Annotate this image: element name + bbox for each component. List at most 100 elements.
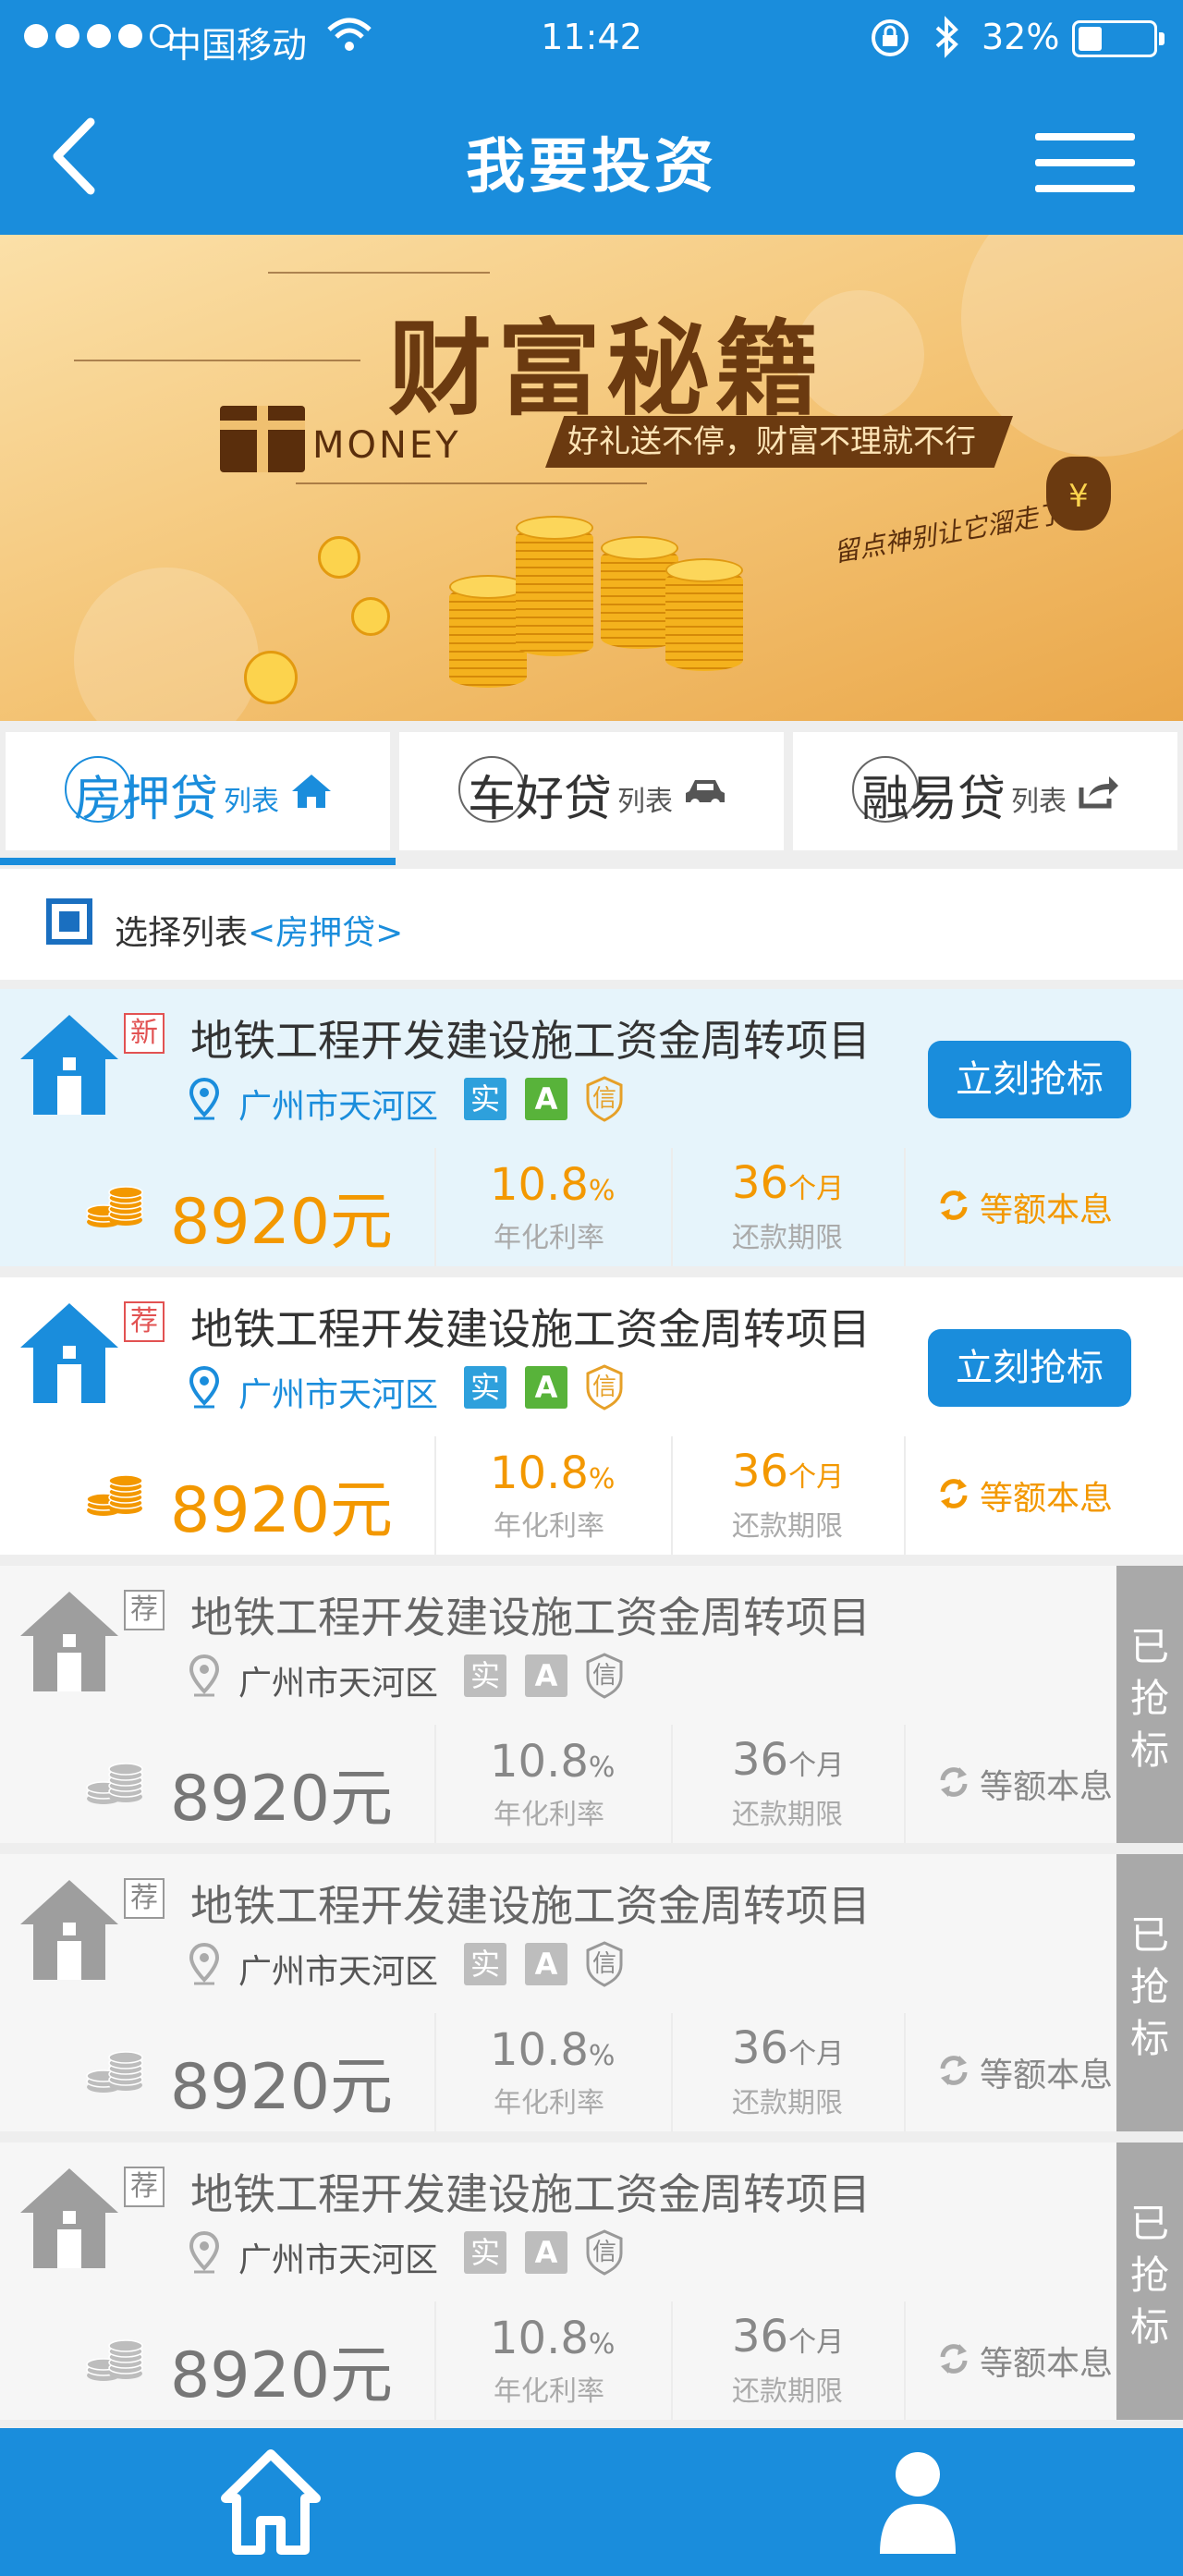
annual-rate: 10.8% <box>490 1736 615 1788</box>
column-divider <box>434 1148 436 1266</box>
project-title[interactable]: 地铁工程开发建设施工资金周转项目 <box>190 1584 871 1645</box>
rating-badge: A <box>525 2231 567 2274</box>
bottom-navigation <box>0 2428 1183 2576</box>
repay-term-unit: 个月 <box>788 1173 845 1205</box>
project-title[interactable]: 地铁工程开发建设施工资金周转项目 <box>190 1873 871 1934</box>
annual-rate: 10.8% <box>490 1159 615 1211</box>
house-icon <box>18 1300 120 1407</box>
tab-chehaodai[interactable]: 车好贷 列表 <box>399 732 784 850</box>
grab-bid-button[interactable]: 立刻抢标 <box>928 1329 1131 1407</box>
banner-rule <box>74 360 360 361</box>
rating-badge: A <box>525 1366 567 1409</box>
refresh-icon <box>935 2052 972 2089</box>
loan-type-tabs: 房押贷 列表 车好贷 列表 融易贷 列表 <box>0 721 1183 869</box>
grab-bid-button[interactable]: 立刻抢标 <box>928 1041 1131 1118</box>
select-list-row[interactable]: 选择列表<房押贷> <box>0 869 1183 980</box>
annual-rate: 10.8% <box>490 2313 615 2364</box>
project-card[interactable]: 荐 地铁工程开发建设施工资金周转项目 广州市天河区 实 A 信 已抢标 8920… <box>0 1854 1183 2131</box>
battery-icon <box>1072 20 1165 57</box>
annual-rate: 10.8% <box>490 1447 615 1499</box>
repay-term-label: 还款期限 <box>732 1510 843 1543</box>
project-location: 广州市天河区 <box>238 1376 439 1414</box>
page-title: 我要投资 <box>466 133 717 201</box>
refresh-icon <box>935 1187 972 1224</box>
project-card[interactable]: 荐 地铁工程开发建设施工资金周转项目 广州市天河区 实 A 信 已抢标 8920… <box>0 2143 1183 2420</box>
repay-method: 等额本息 <box>980 1480 1114 1518</box>
credit-badge: 信 <box>584 1941 625 1987</box>
coins-icon <box>85 1468 146 1520</box>
repay-term-unit: 个月 <box>788 1461 845 1494</box>
project-card[interactable]: 荐 地铁工程开发建设施工资金周转项目 广州市天河区 实 A 信 已抢标 8920… <box>0 1566 1183 1843</box>
credit-badge-label: 信 <box>592 2239 616 2266</box>
credit-badge: 信 <box>584 1364 625 1410</box>
tab-fangyadai[interactable]: 房押贷 列表 <box>6 732 390 850</box>
banner-rule <box>296 482 647 484</box>
repay-term-label: 还款期限 <box>732 1222 843 1254</box>
project-title[interactable]: 地铁工程开发建设施工资金周转项目 <box>190 1007 871 1068</box>
annual-rate-unit: % <box>588 2328 616 2361</box>
credit-badge-label: 信 <box>592 1085 616 1113</box>
project-amount: 8920元 <box>170 2339 394 2412</box>
project-tag: 荐 <box>124 1301 165 1342</box>
coin-icon <box>318 536 360 579</box>
repay-term-label: 还款期限 <box>732 2087 843 2119</box>
column-divider <box>671 1725 673 1843</box>
coin-stack-top <box>516 516 593 540</box>
repay-term-unit: 个月 <box>788 2038 845 2070</box>
coins-icon <box>85 2333 146 2385</box>
column-divider <box>904 2013 906 2131</box>
location-pin-icon <box>189 1942 220 1985</box>
project-card[interactable]: 新 地铁工程开发建设施工资金周转项目 广州市天河区 实 A 信 立刻抢标 892… <box>0 989 1183 1266</box>
banner-decoration <box>74 568 259 721</box>
tab-sublabel: 列表 <box>224 786 279 818</box>
project-card[interactable]: 荐 地铁工程开发建设施工资金周转项目 广州市天河区 实 A 信 立刻抢标 892… <box>0 1277 1183 1555</box>
credit-badge-label: 信 <box>592 1950 616 1978</box>
coin-stack-icon <box>516 527 593 656</box>
repay-term: 36个月 <box>732 1734 844 1786</box>
house-icon <box>18 2165 120 2272</box>
credit-badge: 信 <box>584 1076 625 1122</box>
verified-badge: 实 <box>464 2231 506 2274</box>
tab-label: 车好贷 <box>468 772 613 827</box>
project-amount: 8920元 <box>170 1474 394 1547</box>
coin-stack-top <box>665 558 743 582</box>
promo-banner[interactable]: 财富秘籍 MONEY 好礼送不停，财富不理就不行 留点神别让它溜走了! ¥ <box>0 235 1183 721</box>
project-title[interactable]: 地铁工程开发建设施工资金周转项目 <box>190 1296 871 1357</box>
location-pin-icon <box>189 1365 220 1409</box>
repay-method: 等额本息 <box>980 2345 1114 2383</box>
verified-badge: 实 <box>464 1654 506 1697</box>
project-title[interactable]: 地铁工程开发建设施工资金周转项目 <box>190 2161 871 2222</box>
grabbed-status: 已抢标 <box>1116 1566 1183 1843</box>
annual-rate-label: 年化利率 <box>494 1222 604 1254</box>
repay-method: 等额本息 <box>980 1191 1114 1229</box>
verified-badge: 实 <box>464 1943 506 1985</box>
repay-method: 等额本息 <box>980 2057 1114 2094</box>
project-amount: 8920元 <box>170 1763 394 1836</box>
location-pin-icon <box>189 1654 220 1697</box>
repay-term-value: 36 <box>732 1734 789 1786</box>
column-divider <box>904 1148 906 1266</box>
navigation-bar: 我要投资 <box>0 78 1183 235</box>
banner-headline: 财富秘籍 <box>388 309 824 430</box>
column-divider <box>904 2301 906 2420</box>
repay-term: 36个月 <box>732 1157 844 1209</box>
house-icon <box>18 1876 120 1984</box>
rotation-lock-icon <box>869 17 911 67</box>
home-icon[interactable] <box>220 2447 322 2558</box>
selected-list[interactable]: <房押贷> <box>248 914 403 952</box>
banner-money-text: MONEY <box>312 424 461 467</box>
column-divider <box>904 1725 906 1843</box>
select-list-label: 选择列表<房押贷> <box>115 906 403 954</box>
tab-label: 房押贷 <box>74 772 219 827</box>
tab-rongyidai[interactable]: 融易贷 列表 <box>793 732 1177 850</box>
repay-term: 36个月 <box>732 2311 844 2362</box>
battery-percent: 32% <box>982 17 1060 57</box>
repay-term-value: 36 <box>732 1446 789 1497</box>
user-icon[interactable] <box>876 2447 959 2558</box>
share-icon <box>1078 773 1120 813</box>
menu-icon[interactable] <box>1035 133 1135 194</box>
gift-icon <box>220 406 305 472</box>
grabbed-status: 已抢标 <box>1116 1854 1183 2131</box>
project-amount: 8920元 <box>170 1186 394 1259</box>
project-tag: 荐 <box>124 2167 165 2207</box>
